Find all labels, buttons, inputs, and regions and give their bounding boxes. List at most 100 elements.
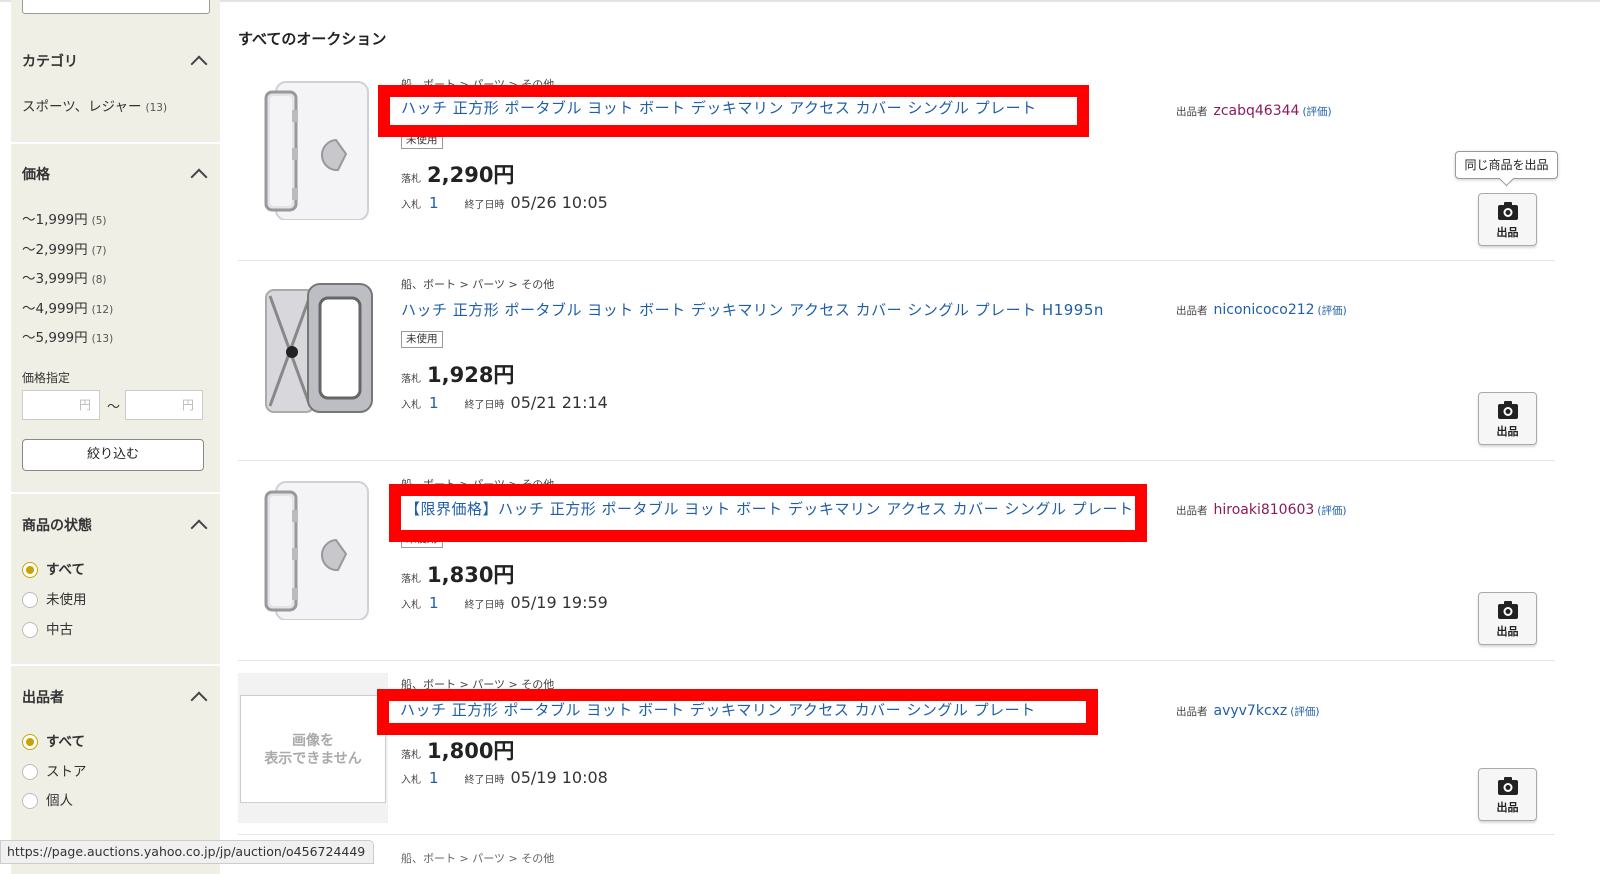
category-item-sports[interactable]: スポーツ、レジャー (13) [22, 95, 167, 115]
bids-count-link[interactable]: 1 [429, 769, 439, 787]
end-label: 終了日時 [464, 775, 505, 786]
price-option[interactable]: ～5,999円 (13) [22, 326, 113, 346]
seller-option-label: 個人 [46, 793, 73, 809]
end-label: 終了日時 [464, 600, 505, 611]
bid-info: 入札 1 終了日時 05/26 10:05 [401, 193, 608, 212]
price-max-input[interactable]: 円 [125, 390, 203, 420]
auction-title-link[interactable]: 【限界価格】ハッチ 正方形 ポータブル ヨット ボート デッキマリン アクセス … [405, 498, 1134, 519]
page-title: すべてのオークション [238, 30, 387, 48]
price-value: 1,928円 [427, 363, 515, 387]
seller-label: 出品者 [1176, 106, 1208, 118]
end-label: 終了日時 [464, 400, 505, 411]
seller-name-link[interactable]: zcabq46344 [1214, 103, 1300, 119]
top-divider [0, 0, 1600, 2]
condition-option-label: すべて [46, 562, 86, 578]
radio-selected-icon[interactable] [22, 734, 38, 750]
price-option[interactable]: ～2,999円 (7) [22, 238, 107, 258]
chevron-up-icon[interactable] [190, 55, 208, 73]
final-price: 落札 2,290円 [401, 159, 514, 189]
price-value: 1,800円 [427, 739, 515, 763]
seller-radio-store[interactable]: ストア [22, 760, 87, 780]
price-option-label: ～1,999円 [22, 212, 88, 228]
condition-radio-used[interactable]: 中古 [22, 618, 73, 638]
seller-rating-link[interactable]: (評価) [1290, 706, 1319, 718]
condition-heading: 商品の状態 [22, 518, 92, 534]
radio-icon[interactable] [22, 592, 38, 608]
radio-selected-icon[interactable] [22, 562, 38, 578]
condition-option-label: 中古 [46, 622, 73, 638]
no-image-placeholder[interactable]: 画像を 表示できません [238, 673, 388, 823]
bids-label: 入札 [401, 200, 421, 211]
price-option[interactable]: ～3,999円 (8) [22, 267, 107, 287]
bids-count-link[interactable]: 1 [429, 394, 439, 412]
category-section: カテゴリ スポーツ、レジャー (13) [11, 30, 220, 144]
seller-name-link[interactable]: niconicoco212 [1214, 302, 1315, 318]
price-option[interactable]: ～4,999円 (12) [22, 297, 113, 317]
category-item-count: (13) [145, 102, 168, 114]
price-option-label: ～2,999円 [22, 242, 88, 258]
condition-radio-all[interactable]: すべて [22, 558, 85, 578]
bids-count-link[interactable]: 1 [429, 194, 439, 212]
radio-icon[interactable] [22, 793, 38, 809]
bids-label: 入札 [401, 775, 421, 786]
chevron-up-icon[interactable] [190, 168, 208, 186]
auction-title-link[interactable]: ハッチ 正方形 ポータブル ヨット ボート デッキマリン アクセス カバー シン… [401, 299, 1104, 320]
auction-item: 船、ボート > パーツ > その他 ハッチ 正方形 ポータブル ヨット ボート … [238, 260, 1555, 461]
bid-info: 入札 1 終了日時 05/19 19:59 [401, 593, 608, 612]
seller-label: 出品者 [1176, 505, 1208, 517]
bids-label: 入札 [401, 400, 421, 411]
seller-rating-link[interactable]: (評価) [1302, 106, 1331, 118]
seller-name-link[interactable]: avyv7kcxz [1214, 703, 1288, 719]
price-range-label: 価格指定 [22, 371, 71, 385]
sidebar-top-button[interactable] [22, 0, 210, 14]
radio-icon[interactable] [22, 622, 38, 638]
auction-title-link[interactable]: ハッチ 正方形 ポータブル ヨット ボート デッキマリン アクセス カバー シン… [400, 699, 1036, 720]
bids-count-link[interactable]: 1 [429, 594, 439, 612]
category-breadcrumb[interactable]: 船、ボート > パーツ > その他 [401, 276, 554, 292]
sell-same-item-button[interactable]: 出品 [1478, 768, 1537, 821]
price-label: 落札 [401, 574, 421, 585]
category-breadcrumb[interactable]: 船、ボート > パーツ > その他 [401, 850, 554, 866]
seller-radio-all[interactable]: すべて [22, 730, 85, 750]
hatch-product-image[interactable] [248, 470, 378, 620]
price-option[interactable]: ～1,999円 (5) [22, 208, 107, 228]
camera-icon [1498, 401, 1518, 419]
camera-icon [1498, 202, 1518, 220]
chevron-up-icon[interactable] [190, 691, 208, 709]
browser-status-url: https://page.auctions.yahoo.co.jp/jp/auc… [0, 840, 375, 864]
seller-rating-link[interactable]: (評価) [1318, 305, 1347, 317]
price-option-label: ～5,999円 [22, 330, 88, 346]
price-section: 価格 ～1,999円 (5) ～2,999円 (7) ～3,999円 (8) ～4,9… [11, 144, 220, 494]
price-option-label: ～3,999円 [22, 271, 88, 287]
price-option-count: (8) [91, 274, 107, 286]
final-price: 落札 1,800円 [401, 735, 514, 765]
hatch-product-image[interactable] [248, 270, 378, 420]
auction-item: 画像を 表示できません 船、ボート > パーツ > その他 落札 1,800円 入… [238, 660, 1555, 835]
seller-radio-individual[interactable]: 個人 [22, 789, 73, 809]
price-option-count: (7) [91, 245, 107, 257]
sell-button-label: 出品 [1496, 625, 1519, 638]
chevron-up-icon[interactable] [190, 519, 208, 537]
seller-rating-link[interactable]: (評価) [1317, 505, 1346, 517]
radio-icon[interactable] [22, 764, 38, 780]
highlight-box: 【限界価格】ハッチ 正方形 ポータブル ヨット ボート デッキマリン アクセス … [389, 484, 1147, 542]
hatch-product-image[interactable] [248, 70, 378, 220]
sell-same-item-button[interactable]: 出品 [1478, 392, 1537, 445]
sell-same-item-button[interactable]: 出品 [1478, 592, 1537, 645]
filter-apply-button[interactable]: 絞り込む [22, 439, 204, 471]
condition-option-label: 未使用 [46, 592, 87, 608]
condition-radio-new[interactable]: 未使用 [22, 588, 87, 608]
final-price: 落札 1,830円 [401, 559, 514, 589]
auction-title-link[interactable]: ハッチ 正方形 ポータブル ヨット ボート デッキマリン アクセス カバー シン… [401, 97, 1037, 118]
highlight-box: ハッチ 正方形 ポータブル ヨット ボート デッキマリン アクセス カバー シン… [378, 85, 1089, 137]
price-heading: 価格 [22, 167, 50, 183]
sell-same-item-button[interactable]: 出品 [1478, 193, 1537, 246]
end-datetime: 05/19 19:59 [510, 593, 608, 612]
condition-badge: 未使用 [401, 331, 443, 348]
price-label: 落札 [401, 750, 421, 761]
end-label: 終了日時 [464, 200, 505, 211]
seller-label: 出品者 [1176, 706, 1208, 718]
seller-name-link[interactable]: hiroaki810603 [1214, 502, 1315, 518]
price-min-input[interactable]: 円 [22, 390, 100, 420]
highlight-box: ハッチ 正方形 ポータブル ヨット ボート デッキマリン アクセス カバー シン… [377, 689, 1098, 735]
